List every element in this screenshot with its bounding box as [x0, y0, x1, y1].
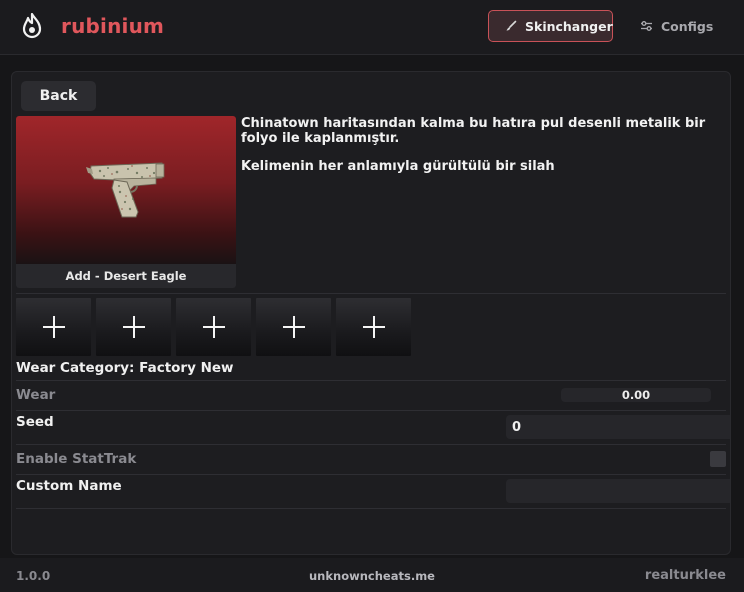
wear-value: 0.00	[621, 388, 651, 402]
site-label: unknowncheats.me	[309, 569, 435, 583]
wear-category-label: Wear Category: Factory New	[16, 360, 234, 376]
description-line: Kelimenin her anlamıyla gürültülü bir si…	[241, 159, 555, 174]
divider	[16, 508, 726, 509]
plus-icon	[42, 316, 65, 338]
brush-icon	[506, 20, 517, 31]
back-button[interactable]: Back	[21, 81, 96, 111]
divider	[16, 444, 726, 445]
brand-title: rubinium	[61, 14, 165, 38]
sticker-slot-3[interactable]	[176, 298, 251, 356]
desert-eagle-image	[86, 162, 165, 218]
weapon-name-label: Add - Desert Eagle	[16, 264, 236, 288]
sticker-slot-4[interactable]	[256, 298, 331, 356]
wear-label: Wear	[16, 387, 56, 403]
logo-icon	[22, 13, 42, 39]
plus-icon	[362, 316, 385, 338]
sticker-slot-5[interactable]	[336, 298, 411, 356]
tab-configs-label: Configs	[661, 18, 714, 34]
divider	[16, 293, 726, 294]
description-line: Chinatown haritasından kalma bu hatıra p…	[241, 116, 706, 146]
divider	[16, 380, 726, 381]
sticker-slot-1[interactable]	[16, 298, 91, 356]
tab-skinchanger[interactable]: Skinchanger	[488, 10, 613, 42]
wear-slider[interactable]: 0.00	[561, 388, 711, 402]
weapon-preview-card[interactable]: Add - Desert Eagle	[16, 116, 236, 288]
header-bar: rubinium Skinchanger Configs	[0, 0, 744, 55]
footer-bar: 1.0.0 unknowncheats.me realturklee	[0, 558, 744, 592]
tab-configs[interactable]: Configs	[623, 10, 723, 42]
sliders-icon	[641, 21, 652, 31]
sticker-slot-2[interactable]	[96, 298, 171, 356]
stattrak-checkbox[interactable]	[710, 451, 726, 467]
tab-skinchanger-label: Skinchanger	[525, 18, 613, 34]
weapon-preview-image	[16, 116, 236, 264]
custom-name-input[interactable]	[506, 479, 730, 503]
weapon-description: Chinatown haritasından kalma bu hatıra p…	[241, 116, 731, 174]
divider	[16, 474, 726, 475]
seed-label: Seed	[16, 414, 54, 430]
custom-name-label: Custom Name	[16, 478, 122, 494]
seed-value: 0	[512, 419, 522, 435]
stattrak-label: Enable StatTrak	[16, 451, 137, 467]
plus-icon	[122, 316, 145, 338]
author-label: realturklee	[644, 568, 726, 583]
divider	[16, 410, 726, 411]
plus-icon	[202, 316, 225, 338]
seed-input[interactable]: 0	[506, 415, 730, 439]
plus-icon	[282, 316, 305, 338]
